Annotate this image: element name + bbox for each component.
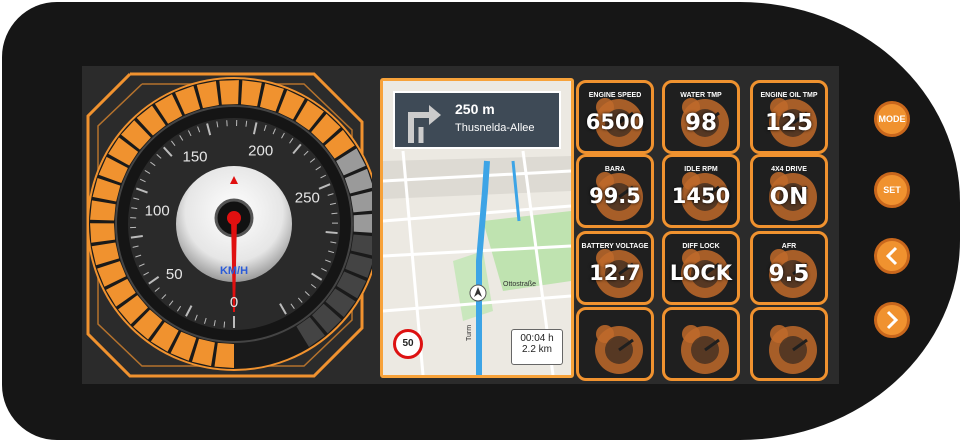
- gauge-decor-icon: [595, 325, 643, 374]
- navigation-map[interactable]: Ottostraße Turm 250 m Thusnelda-Allee 50…: [380, 78, 574, 378]
- tile-label: WATER TMP: [680, 92, 722, 99]
- speed-tick: [325, 231, 338, 235]
- gauge-decor-icon: [769, 325, 817, 374]
- speed-tick-label: 150: [182, 148, 207, 165]
- dashboard-screen: KM/H 0 50 100 150 200 250 Ottostraße Turm: [82, 66, 839, 384]
- tile-bara[interactable]: BARA 99.5: [576, 154, 654, 228]
- gauge-decor-icon: [681, 325, 729, 374]
- tile-empty[interactable]: [576, 307, 654, 381]
- tile-value: ON: [769, 184, 809, 210]
- tile-value: 98: [684, 110, 717, 136]
- tile-value: 1450: [671, 184, 731, 208]
- turn-street-name: Thusnelda-Allee: [455, 122, 535, 134]
- previous-button[interactable]: [874, 238, 910, 274]
- tile-water-tmp[interactable]: WATER TMP 98: [662, 80, 740, 154]
- speed-segment: [90, 223, 116, 243]
- tile-value: 6500: [585, 110, 645, 134]
- tile-idle-rpm[interactable]: IDLE RPM 1450: [662, 154, 740, 228]
- set-button[interactable]: SET: [874, 172, 910, 208]
- speed-tick: [223, 321, 226, 328]
- tile-value: 99.5: [589, 184, 641, 208]
- speedometer: KM/H 0 50 100 150 200 250: [86, 72, 381, 378]
- speed-tick-label: 200: [248, 143, 273, 160]
- speed-tick: [331, 212, 338, 215]
- tile-label: IDLE RPM: [684, 166, 718, 173]
- speed-segment: [353, 213, 378, 234]
- tile-label: 4X4 DRIVE: [771, 166, 807, 173]
- tile-value: 125: [764, 110, 813, 136]
- next-button[interactable]: [874, 302, 910, 338]
- tile-label: BATTERY VOLTAGE: [581, 243, 649, 250]
- tile-label: AFR: [781, 243, 797, 250]
- tile-value: 9.5: [768, 261, 810, 287]
- mode-button[interactable]: MODE: [874, 101, 910, 137]
- chevron-right-icon: [886, 310, 899, 330]
- map-label-turm: Turm: [466, 325, 473, 341]
- tile-battery-voltage[interactable]: BATTERY VOLTAGE 12.7: [576, 231, 654, 305]
- tile-label: ENGINE OIL TMP: [760, 92, 818, 99]
- tile-engine-oil-tmp[interactable]: ENGINE OIL TMP 125: [750, 80, 828, 154]
- speed-tick-label: 50: [166, 266, 183, 283]
- tile-value: 12.7: [589, 261, 641, 285]
- tile-value: LOCK: [669, 261, 733, 285]
- speed-tick-label: 250: [295, 189, 320, 206]
- eta-distance: 2.2 km: [521, 344, 552, 355]
- turn-instruction: 250 m Thusnelda-Allee: [393, 91, 561, 149]
- tile-label: BARA: [604, 166, 626, 173]
- speed-tick-label: 100: [145, 202, 170, 219]
- map-label-street: Ottostraße: [503, 281, 536, 288]
- tile-engine-speed[interactable]: ENGINE SPEED 6500: [576, 80, 654, 154]
- speed-tick-label: 0: [230, 294, 238, 311]
- tile-diff-lock[interactable]: DIFF LOCK LOCK: [662, 231, 740, 305]
- tile-label: DIFF LOCK: [682, 243, 720, 250]
- tile-empty[interactable]: [750, 307, 828, 381]
- speed-unit-label: KM/H: [220, 265, 248, 277]
- tile-afr[interactable]: AFR 9.5: [750, 231, 828, 305]
- turn-right-icon: [408, 105, 441, 143]
- tile-4x4-drive[interactable]: 4X4 DRIVE ON: [750, 154, 828, 228]
- eta-time: 00:04 h: [520, 333, 554, 344]
- chevron-left-icon: [885, 246, 898, 266]
- turn-distance: 250 m: [455, 101, 495, 117]
- speedometer-panel: KM/H 0 50 100 150 200 250: [82, 66, 381, 384]
- speed-limit-sign: 50: [393, 329, 423, 359]
- speed-segment: [219, 80, 239, 105]
- speed-segment: [214, 342, 234, 368]
- tile-empty[interactable]: [662, 307, 740, 381]
- tile-label: ENGINE SPEED: [588, 92, 642, 99]
- eta-box: 00:04 h 2.2 km: [511, 329, 563, 365]
